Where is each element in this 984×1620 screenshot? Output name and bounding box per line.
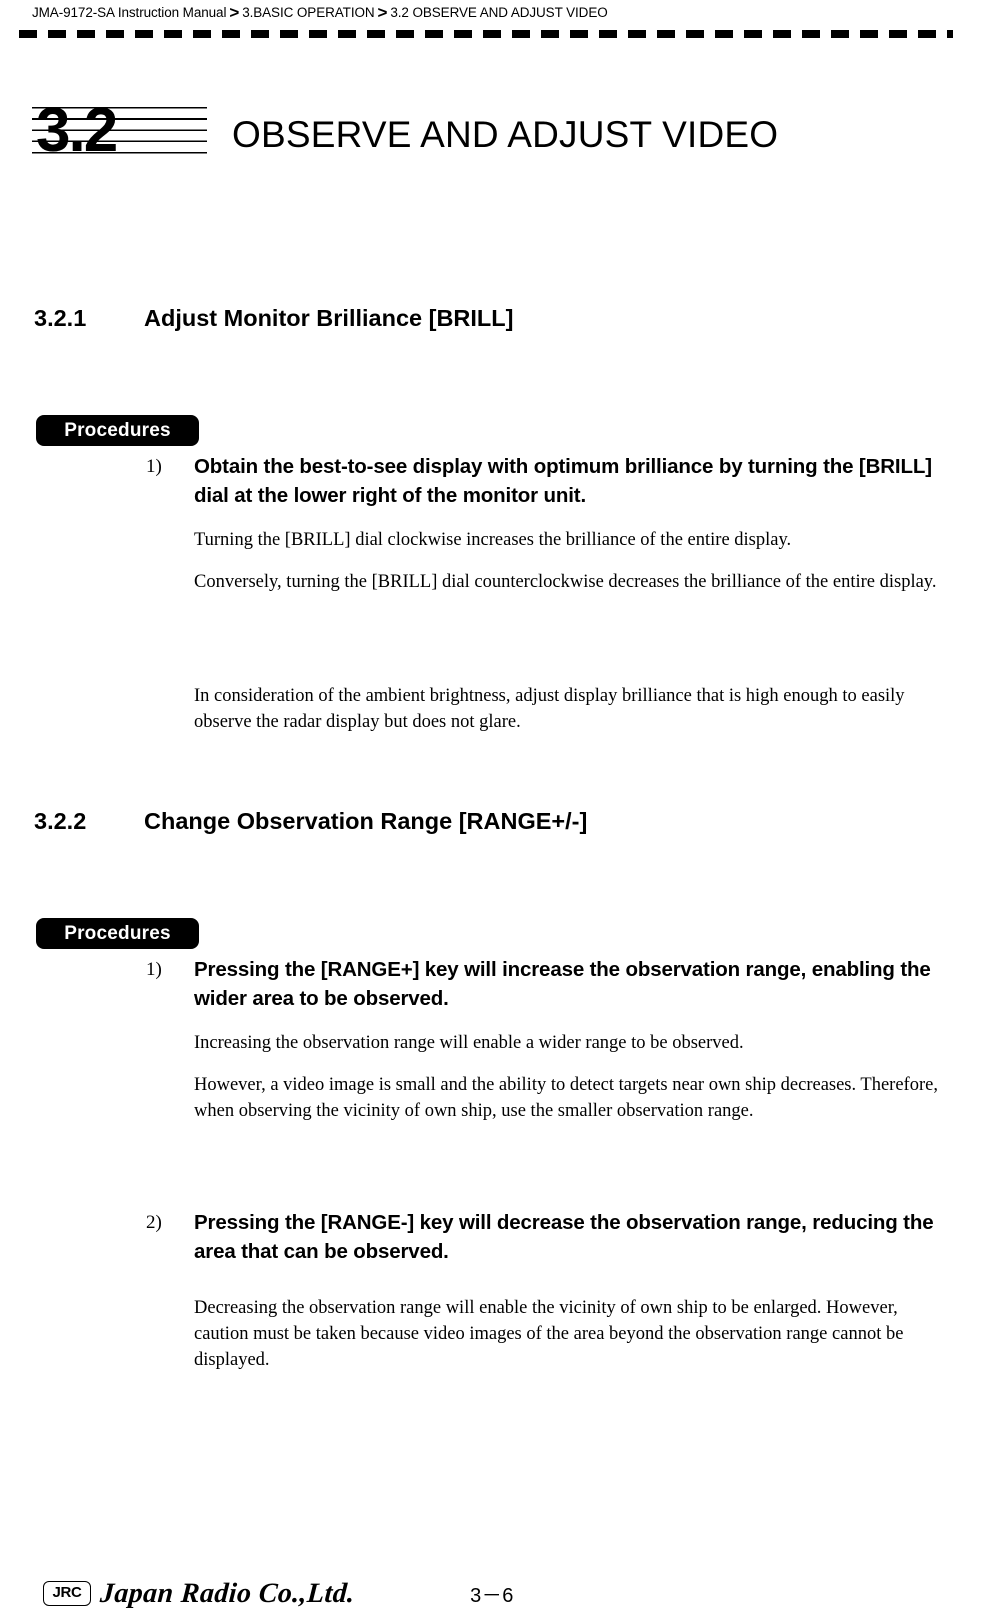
- paragraph-322-1: Increasing the observation range will en…: [194, 1033, 744, 1053]
- paragraph-321-3: In consideration of the ambient brightne…: [194, 686, 905, 732]
- step-marker: 2): [146, 1212, 162, 1233]
- breadcrumb: JMA-9172-SA Instruction Manual >3.BASIC O…: [32, 3, 608, 23]
- paragraph-321-1: Turning the [BRILL] dial clockwise incre…: [194, 530, 792, 550]
- breadcrumb-chapter: 3.BASIC OPERATION: [242, 5, 375, 20]
- breadcrumb-separator-1: >: [229, 3, 240, 22]
- section-number-322: 3.2.2: [34, 808, 87, 834]
- step-text: Pressing the [RANGE-] key will decrease …: [194, 1211, 934, 1263]
- chapter-title: OBSERVE AND ADJUST VIDEO: [232, 114, 779, 155]
- paragraph-322-2: However, a video image is small and the …: [194, 1075, 938, 1121]
- section-title-322: Change Observation Range [RANGE+/-]: [144, 808, 588, 834]
- chapter-number: 3.2: [36, 96, 118, 165]
- section-number-321: 3.2.1: [34, 305, 87, 331]
- step-322-1: 1) Pressing the [RANGE+] key will increa…: [146, 955, 951, 1013]
- step-text: Obtain the best-to-see display with opti…: [194, 455, 932, 507]
- page-number: 3－6: [470, 1585, 514, 1607]
- step-marker: 1): [146, 959, 162, 980]
- header-dashed-rule: [19, 30, 953, 38]
- breadcrumb-manual: JMA-9172-SA Instruction Manual: [32, 5, 227, 20]
- page-footer: JRC Japan Radio Co.,Ltd. 3－6: [0, 1550, 984, 1620]
- section-heading-321: 3.2.1 Adjust Monitor Brilliance [BRILL]: [34, 305, 513, 332]
- paragraph-322-3: Decreasing the observation range will en…: [194, 1298, 904, 1370]
- paragraph-321-2: Conversely, turning the [BRILL] dial cou…: [194, 572, 937, 592]
- section-heading-322: 3.2.2 Change Observation Range [RANGE+/-]: [34, 808, 587, 835]
- page-header: JMA-9172-SA Instruction Manual >3.BASIC O…: [0, 0, 984, 60]
- section-title-321: Adjust Monitor Brilliance [BRILL]: [144, 305, 514, 331]
- step-321-1: 1) Obtain the best-to-see display with o…: [146, 452, 951, 510]
- step-text: Pressing the [RANGE+] key will increase …: [194, 958, 931, 1010]
- breadcrumb-separator-2: >: [377, 3, 388, 22]
- procedures-badge-322: Procedures: [36, 918, 199, 949]
- breadcrumb-section: 3.2 OBSERVE AND ADJUST VIDEO: [390, 5, 608, 20]
- step-marker: 1): [146, 456, 162, 477]
- step-322-2: 2) Pressing the [RANGE-] key will decrea…: [146, 1208, 951, 1266]
- chapter-number-block: 3.2: [32, 96, 207, 174]
- procedures-badge-321: Procedures: [36, 415, 199, 446]
- chapter-banner: 3.2 OBSERVE AND ADJUST VIDEO: [32, 96, 912, 174]
